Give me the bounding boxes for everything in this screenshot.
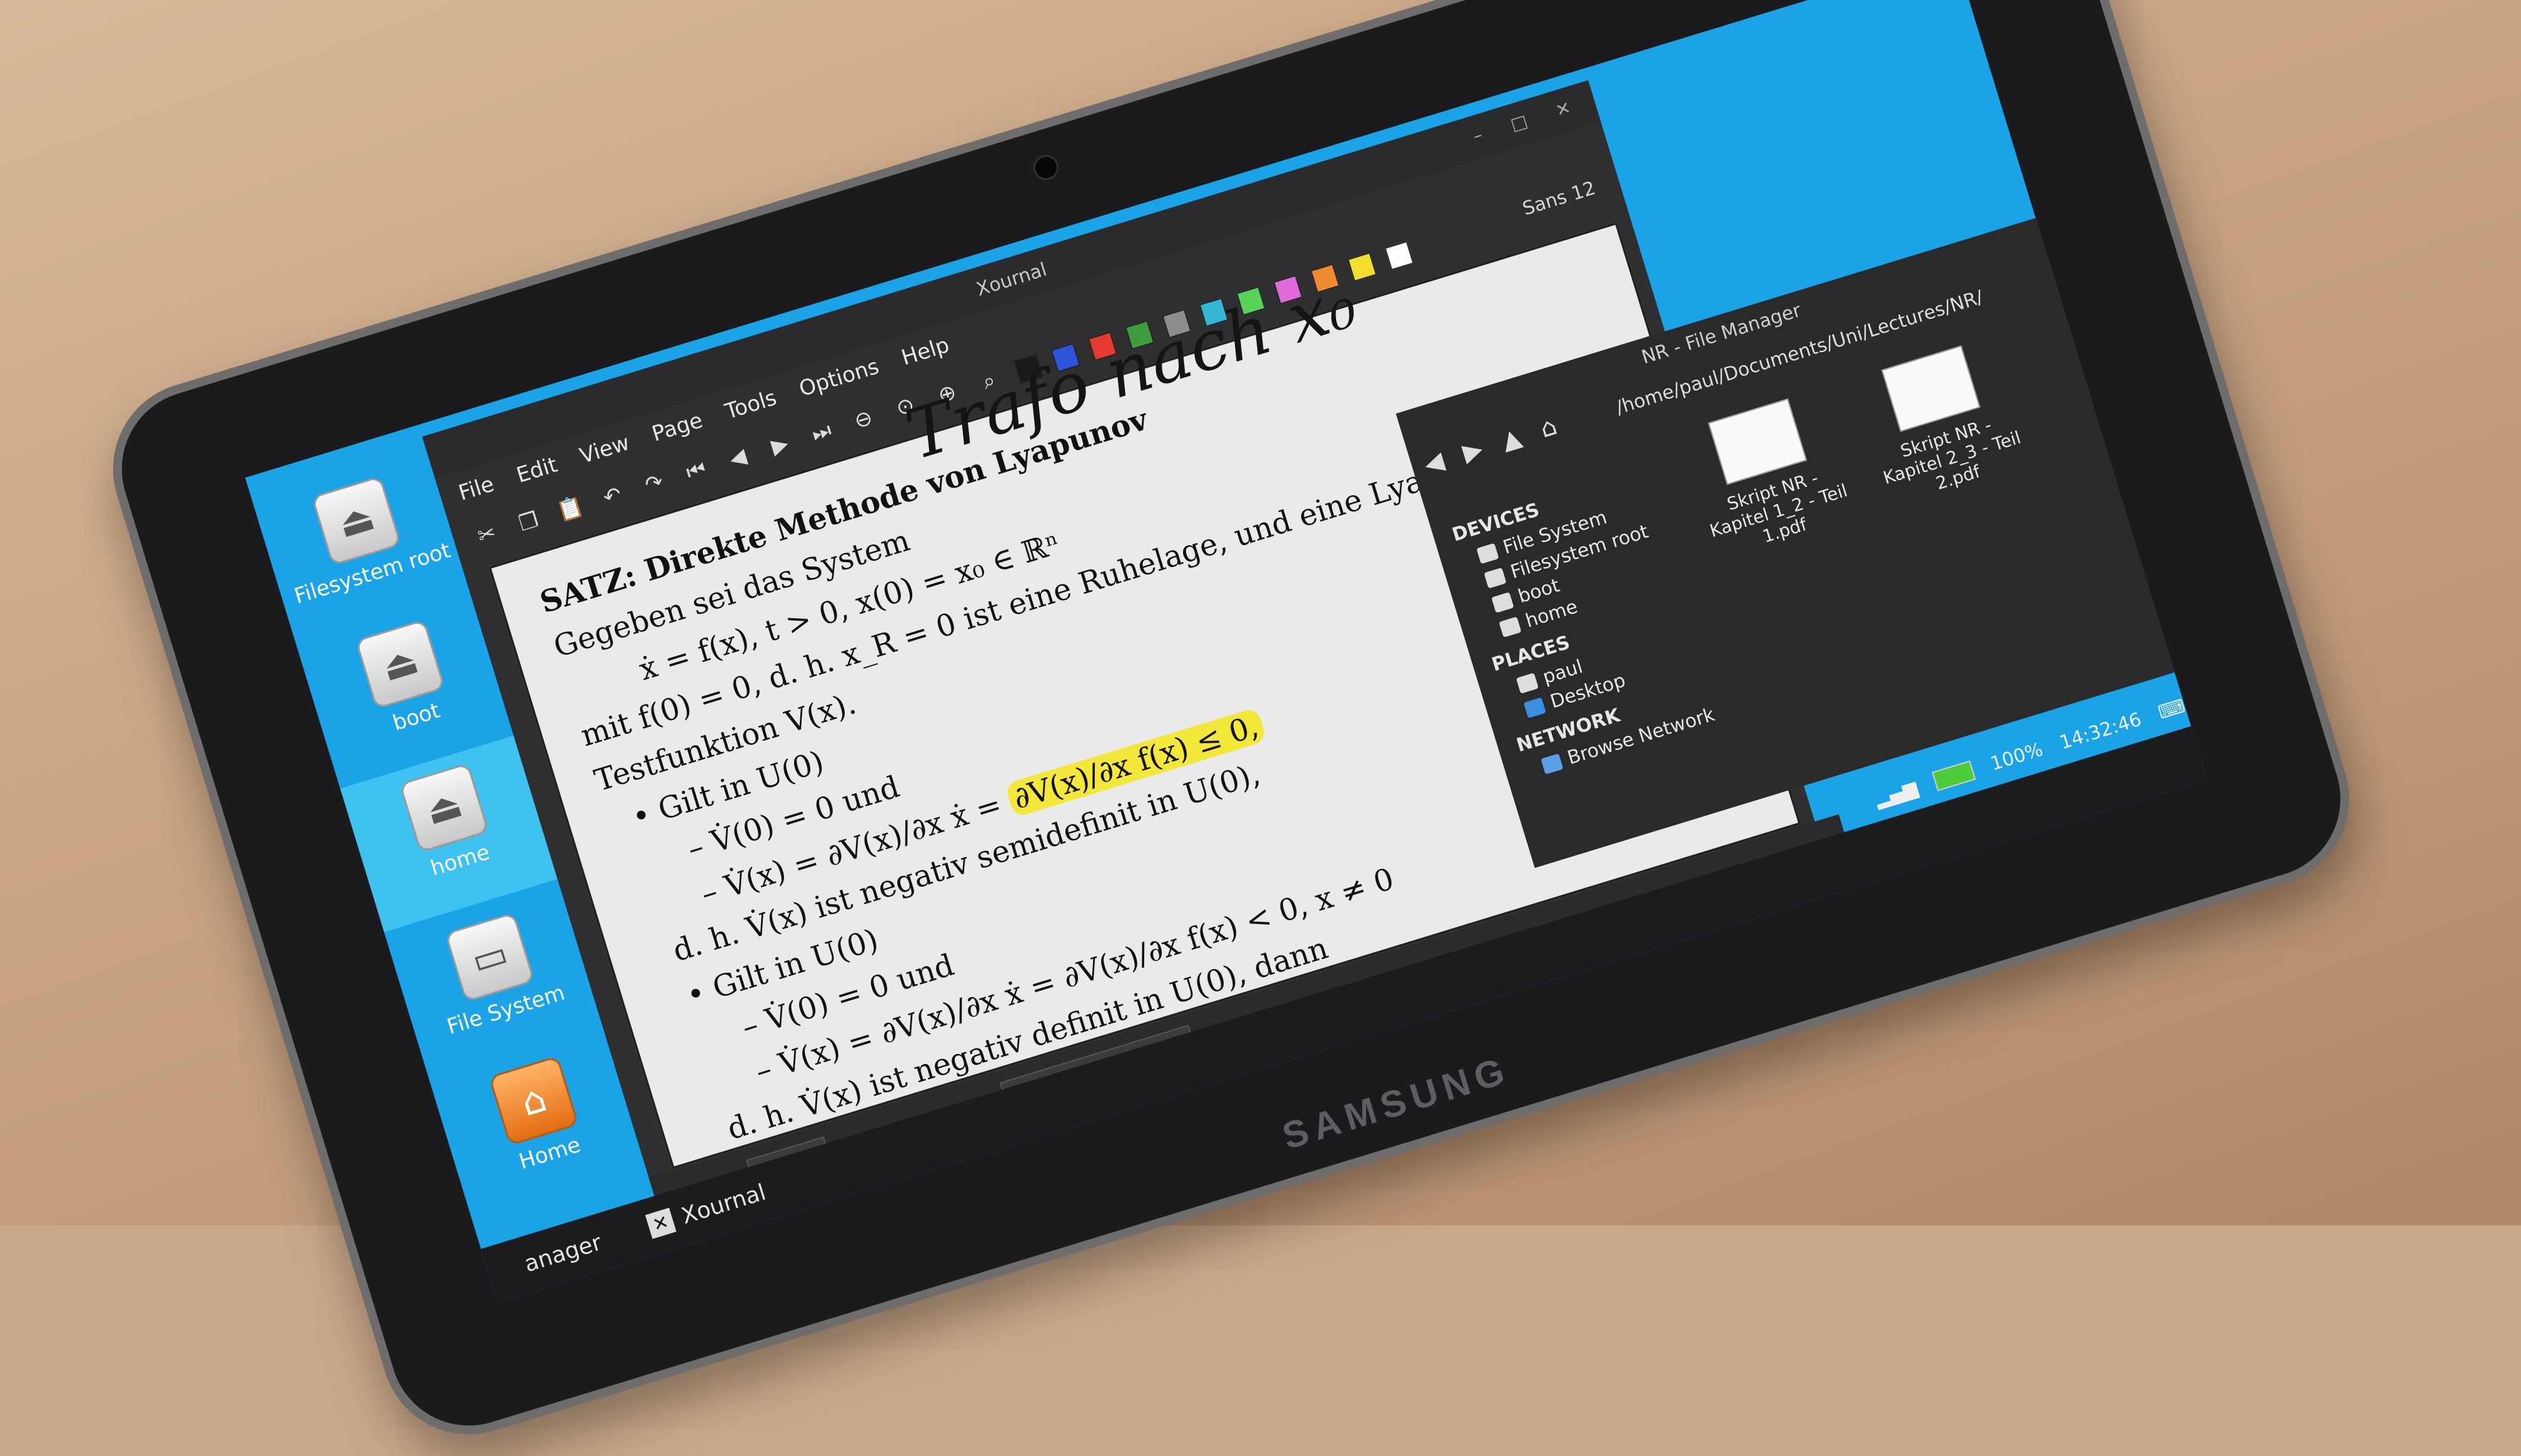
desktop-icon-filesystem-root[interactable]: ⏏ Filesystem root [268, 463, 454, 610]
cut-icon[interactable]: ✂ [469, 516, 505, 552]
menu-page[interactable]: Page [649, 408, 705, 446]
menu-view[interactable]: View [577, 430, 633, 469]
file-item[interactable]: Skript NR - Kapitel 1_2 - Teil 1.pdf [1676, 389, 1859, 563]
desktop-icon-boot[interactable]: ⏏ boot [312, 606, 498, 753]
eject-drive-icon [1499, 616, 1522, 638]
front-camera [1030, 151, 1062, 183]
last-page-icon[interactable]: ⏭ [803, 414, 839, 450]
pdf-thumbnail-icon [1881, 345, 1981, 432]
taskbar-item-file-manager[interactable]: anager [521, 1230, 605, 1277]
drive-icon [1476, 543, 1499, 564]
menu-tools[interactable]: Tools [722, 385, 780, 424]
color-swatch-white[interactable] [1384, 241, 1414, 271]
xournal-app-icon: ✕ [645, 1207, 677, 1239]
network-icon [1540, 753, 1564, 775]
keyboard-icon[interactable]: ⌨ [2155, 695, 2188, 723]
drive-icon [1484, 567, 1507, 588]
first-page-icon[interactable]: ⏮ [678, 453, 714, 488]
desktop-icon [1523, 696, 1546, 718]
battery-icon [1931, 760, 1976, 791]
desktop-icon-label: boot [390, 698, 443, 736]
eject-drive-icon: ⏏ [311, 475, 402, 566]
eject-drive-icon: ⏏ [355, 619, 446, 710]
menu-file[interactable]: File [456, 471, 497, 506]
next-page-icon[interactable]: ▶ [762, 427, 797, 463]
file-item[interactable]: Skript NR - Kapitel 2_3 - Teil 2.pdf [1849, 336, 2033, 510]
color-swatch-yellow[interactable] [1347, 252, 1377, 282]
desktop-icon-home[interactable]: ⌂ Home [445, 1042, 631, 1189]
zoom-out-icon[interactable]: ⊖ [845, 401, 881, 437]
undo-icon[interactable]: ↶ [595, 478, 630, 514]
redo-icon[interactable]: ↷ [637, 466, 672, 501]
eject-drive-icon [1491, 591, 1514, 613]
home-icon[interactable]: ⌂ [1537, 411, 1561, 443]
paste-icon[interactable]: 📋 [553, 491, 588, 526]
taskbar-item-label: Xournal [678, 1179, 769, 1230]
hard-drive-icon: ▭ [444, 911, 535, 1003]
menu-help[interactable]: Help [898, 333, 952, 371]
previous-page-icon[interactable]: ◀ [720, 440, 755, 476]
signal-icon: ▂▄▆ [1872, 776, 1920, 811]
desktop-icon-file-system[interactable]: ▭ File System [401, 899, 587, 1046]
menu-edit[interactable]: Edit [513, 452, 560, 488]
pdf-thumbnail-icon [1708, 398, 1808, 485]
copy-icon[interactable]: ❐ [511, 504, 546, 540]
back-arrow-icon[interactable]: ◀ [1421, 446, 1447, 479]
forward-arrow-icon[interactable]: ▶ [1459, 434, 1486, 468]
battery-level: 100% [1988, 738, 2046, 775]
home-icon [1516, 672, 1539, 694]
home-folder-icon: ⌂ [488, 1055, 580, 1147]
up-arrow-icon[interactable]: ▲ [1498, 423, 1525, 456]
